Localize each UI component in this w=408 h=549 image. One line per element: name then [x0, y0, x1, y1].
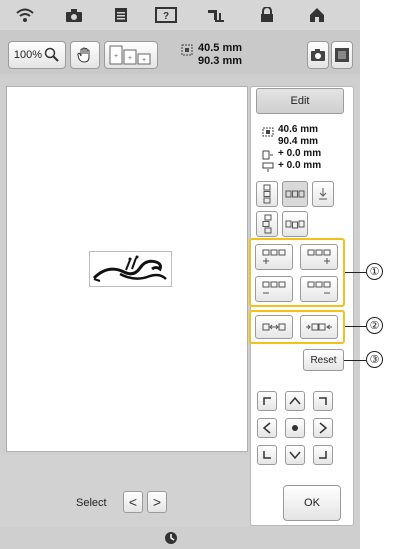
increase-spacing-icon [306, 323, 332, 331]
move-down-button[interactable] [285, 445, 305, 465]
arrow-up-right-icon [319, 397, 327, 405]
callout-line-3 [344, 360, 366, 361]
callout-2: ② [366, 317, 383, 334]
move-up-right-button[interactable] [313, 391, 333, 411]
arrow-down-icon [319, 188, 327, 200]
magnifier-icon [44, 47, 59, 62]
increase-spacing-button[interactable] [300, 315, 338, 339]
move-down-right-button[interactable] [313, 445, 333, 465]
info-height: 90.4 mm [278, 136, 319, 147]
callout-3: ③ [366, 351, 383, 368]
arrow-down-right-icon [319, 451, 327, 459]
flourish-design-icon [92, 255, 167, 282]
center-button[interactable] [285, 418, 305, 438]
wifi-icon[interactable] [14, 5, 36, 25]
vertical-layout-button[interactable] [256, 181, 278, 207]
sewing-machine-icon[interactable] [205, 5, 227, 25]
remove-right-icon [307, 281, 331, 294]
stagger-vertical-icon [262, 214, 272, 234]
callout-1: ① [366, 263, 383, 280]
ok-button[interactable]: OK [283, 485, 341, 521]
select-label: Select [76, 497, 107, 509]
zoom-label: 100% [13, 49, 43, 61]
camera-view-button[interactable] [307, 41, 329, 69]
camera-icon[interactable] [63, 5, 85, 25]
move-up-button[interactable] [285, 391, 305, 411]
svg-text:+: + [128, 55, 132, 62]
arrow-down-left-icon [263, 451, 271, 459]
decrease-spacing-icon [262, 323, 286, 331]
top-toolbar: ? [0, 0, 360, 30]
svg-text:?: ? [163, 11, 169, 22]
svg-text:+: + [142, 57, 146, 64]
remove-repeat-left-button[interactable] [255, 276, 293, 302]
embroidery-edit-screen: ? 100% + + + 40.5 mm 90.3 mm Select < > … [0, 0, 360, 549]
add-right-icon [307, 249, 331, 264]
arrow-down-icon [289, 451, 301, 460]
embroidery-design[interactable] [89, 251, 172, 287]
move-up-left-button[interactable] [257, 391, 277, 411]
home-icon[interactable] [306, 5, 328, 25]
info-offset-y: + 0.0 mm [278, 160, 322, 171]
callout-line-2 [345, 326, 366, 327]
camera-frame-icon [311, 49, 325, 61]
info-offset-x: + 0.0 mm [278, 148, 322, 159]
add-left-icon [262, 249, 286, 264]
stagger-vertical-button[interactable] [256, 211, 278, 237]
background-view-button[interactable] [331, 41, 353, 69]
clock-icon [164, 531, 178, 545]
vertical-offset-icon [262, 162, 274, 172]
reset-button[interactable]: Reset [303, 349, 344, 371]
move-left-button[interactable] [257, 418, 277, 438]
move-down-left-button[interactable] [257, 445, 277, 465]
remove-left-icon [262, 281, 286, 294]
size-icon [181, 44, 193, 56]
size-icon [262, 127, 274, 137]
hoop-select-button[interactable]: + + + [104, 41, 158, 69]
help-icon[interactable]: ? [155, 5, 177, 25]
callout-line-1 [345, 272, 366, 273]
arrow-right-icon [319, 422, 328, 434]
center-dot-icon [292, 425, 298, 431]
add-repeat-right-button[interactable] [300, 244, 338, 270]
stagger-horizontal-icon [285, 220, 305, 229]
frame-icon [335, 48, 349, 62]
remove-repeat-right-button[interactable] [300, 276, 338, 302]
move-right-button[interactable] [313, 418, 333, 438]
size-width: 40.5 mm [198, 42, 243, 54]
arrow-up-left-icon [263, 397, 271, 405]
size-height: 90.3 mm [198, 55, 243, 67]
horizontal-offset-icon [262, 150, 273, 160]
horizontal-layout-button[interactable] [282, 181, 308, 207]
arrow-left-icon [262, 422, 271, 434]
align-bottom-button[interactable] [312, 181, 334, 207]
select-prev-button[interactable]: < [123, 491, 143, 513]
info-width: 40.6 mm [278, 124, 319, 135]
vertical-stack-icon [263, 184, 271, 204]
pan-button[interactable] [70, 41, 100, 69]
lock-icon[interactable] [256, 5, 278, 25]
design-size-readout: 40.5 mm 90.3 mm [178, 41, 258, 69]
hand-icon [77, 47, 90, 63]
horizontal-row-icon [285, 190, 305, 198]
select-next-button[interactable]: > [147, 491, 167, 513]
stagger-horizontal-button[interactable] [282, 211, 308, 237]
decrease-spacing-button[interactable] [255, 315, 293, 339]
hoop-icon: + + + [109, 45, 151, 65]
embroidery-canvas[interactable] [6, 86, 248, 452]
add-repeat-left-button[interactable] [255, 244, 293, 270]
svg-text:+: + [114, 53, 118, 60]
arrow-up-icon [289, 396, 301, 405]
edit-tab-button[interactable]: Edit [256, 88, 344, 114]
document-icon[interactable] [110, 5, 132, 25]
zoom-button[interactable]: 100% [8, 41, 66, 69]
design-info: 40.6 mm 90.4 mm + 0.0 mm + 0.0 mm [258, 124, 348, 180]
